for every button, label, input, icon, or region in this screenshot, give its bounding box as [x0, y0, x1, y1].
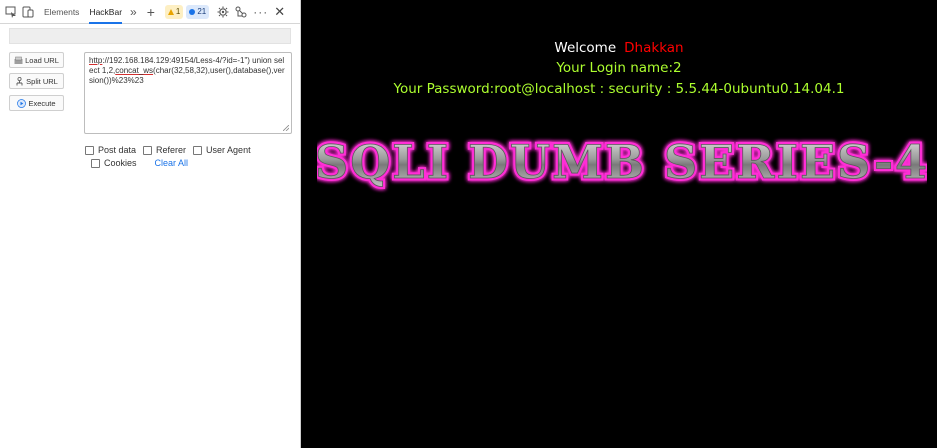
split-url-button[interactable]: Split URL [9, 73, 64, 89]
referer-checkbox[interactable] [143, 145, 153, 155]
execute-button[interactable]: Execute [9, 95, 64, 111]
gear-icon[interactable] [217, 6, 229, 18]
banner-text: SQLI DUMB SERIES-4 [317, 135, 927, 189]
load-url-label: Load URL [25, 55, 59, 65]
inspect-icon[interactable] [5, 6, 17, 18]
resize-handle-icon[interactable] [283, 125, 289, 131]
referer-label: Referer [156, 145, 187, 155]
play-icon [17, 98, 27, 108]
welcome-line: Welcome Dhakkan [301, 40, 937, 56]
load-url-icon [14, 56, 23, 65]
post-data-option[interactable]: Post data [85, 145, 136, 155]
split-url-label: Split URL [26, 76, 58, 86]
warnings-badge[interactable]: 1 [164, 4, 184, 19]
url-concat: concat_ws [115, 66, 154, 75]
devtools-tabbar: Elements HackBar » + 1 21 ··· ✕ [0, 0, 300, 24]
user-agent-option[interactable]: User Agent [193, 145, 251, 155]
split-url-icon [15, 76, 24, 86]
messages-count: 21 [197, 7, 207, 16]
password-line: Your Password:root@localhost : security … [393, 81, 845, 97]
url-scheme: http [89, 56, 103, 65]
warning-icon [167, 8, 174, 15]
cookies-label: Cookies [104, 158, 137, 168]
cookies-checkbox[interactable] [91, 158, 100, 168]
add-tab-icon[interactable]: + [147, 4, 155, 20]
user-agent-checkbox[interactable] [193, 145, 203, 155]
welcome-name: Dhakkan [624, 40, 684, 56]
referer-option[interactable]: Referer [143, 145, 186, 155]
execute-label: Execute [28, 98, 56, 108]
url-textarea[interactable]: http://192.168.184.129:49154/Less-4/?id=… [84, 52, 292, 134]
close-icon[interactable]: ✕ [274, 4, 285, 20]
web-page: Welcome Dhakkan Your Login name:2 Your Pa… [301, 0, 937, 448]
hackbar-toolbar [9, 28, 291, 44]
sqli-banner: SQLI DUMB SERIES-4 SQLI DUMB SERIES-4 [317, 133, 927, 192]
options-row-1: Post data Referer User Agent [85, 145, 258, 155]
more-tabs-icon[interactable]: » [130, 5, 137, 19]
messages-badge[interactable]: 21 [186, 4, 210, 19]
tab-hackbar[interactable]: HackBar [89, 0, 123, 24]
login-name-line: Your Login name:2 [556, 60, 682, 76]
welcome-text: Welcome [554, 40, 617, 56]
user-agent-label: User Agent [206, 145, 251, 155]
options-row-2: Cookies Clear All [91, 158, 188, 168]
post-data-checkbox[interactable] [85, 145, 94, 155]
clear-all-link[interactable]: Clear All [155, 158, 189, 168]
devtools-panel: Elements HackBar » + 1 21 ··· ✕ Load URL [0, 0, 301, 448]
warnings-count: 1 [175, 7, 181, 16]
more-options-icon[interactable]: ··· [253, 5, 268, 19]
cookies-option[interactable]: Cookies [91, 158, 137, 168]
post-data-label: Post data [98, 145, 137, 155]
load-url-button[interactable]: Load URL [9, 52, 64, 68]
device-toolbar-icon[interactable] [22, 6, 34, 18]
connections-icon[interactable] [235, 6, 247, 18]
message-icon [189, 8, 196, 15]
tab-elements[interactable]: Elements [44, 0, 79, 24]
